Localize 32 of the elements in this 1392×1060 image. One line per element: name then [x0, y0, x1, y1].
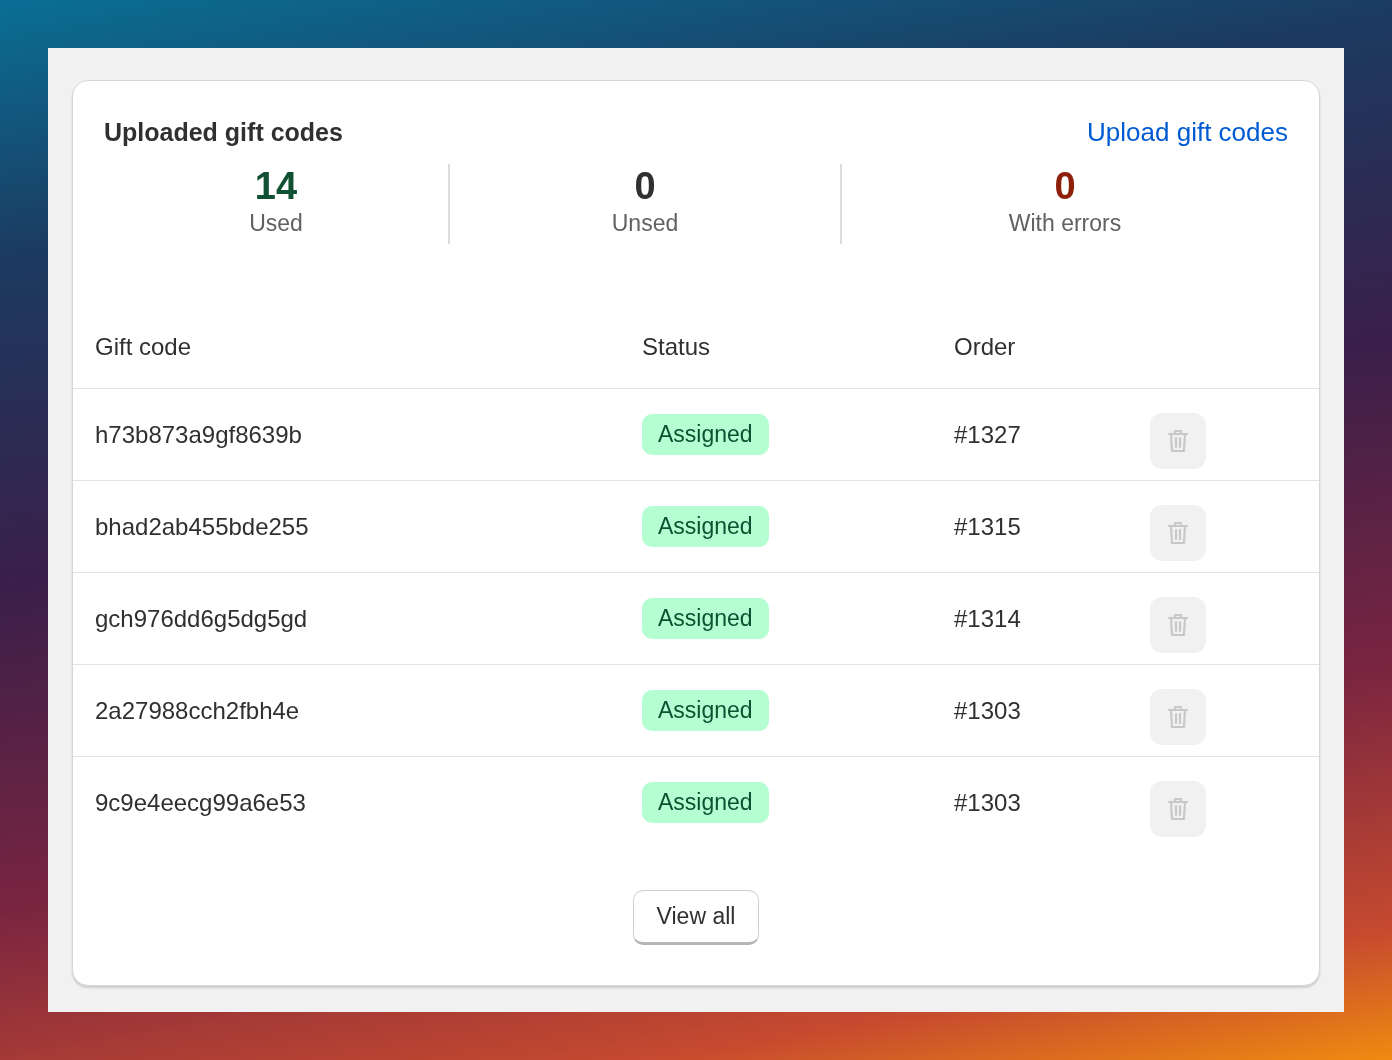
trash-icon — [1168, 704, 1188, 729]
stat-label: Unsed — [611, 209, 679, 238]
status-badge: Assigned — [642, 690, 769, 731]
trash-icon — [1168, 612, 1188, 637]
gift-code-cell-text: 2a27988cch2fbh4e — [95, 696, 301, 725]
status-badge: Assigned — [642, 506, 769, 547]
card-title: Uploaded gift codes — [104, 118, 343, 147]
status-badge: Assigned — [642, 598, 769, 639]
trash-icon — [1168, 428, 1188, 453]
upload-gift-codes-link[interactable]: Upload gift codes — [1087, 117, 1288, 148]
trash-icon — [1168, 520, 1188, 545]
order-cell-text: #1303 — [954, 788, 1022, 817]
view-all-button[interactable]: View all — [632, 890, 760, 945]
stat-value: 0 — [1054, 164, 1076, 208]
status-badge: Assigned — [642, 782, 769, 823]
stat-value: 0 — [634, 164, 656, 208]
order-cell-text: #1315 — [954, 512, 1022, 541]
order-cell-text: #1303 — [954, 696, 1022, 725]
gift-code-cell-text: bhad2ab455bde255 — [95, 512, 310, 541]
stat-label: With errors — [1008, 209, 1122, 238]
column-header: Order — [954, 333, 1017, 361]
order-cell-text: #1314 — [954, 604, 1022, 633]
column-header: Gift code — [95, 333, 193, 361]
column-header: Status — [642, 333, 712, 361]
trash-icon — [1168, 796, 1188, 821]
order-cell-text: #1327 — [954, 420, 1022, 449]
gift-code-cell-text: 9c9e4eecg99a6e53 — [95, 788, 307, 817]
stat-value: 14 — [254, 164, 298, 208]
gift-code-cell-text: gch976dd6g5dg5gd — [95, 604, 309, 633]
stat-label: Used — [249, 209, 303, 238]
gift-code-cell-text: h73b873a9gf8639b — [95, 420, 303, 449]
status-badge: Assigned — [642, 414, 769, 455]
